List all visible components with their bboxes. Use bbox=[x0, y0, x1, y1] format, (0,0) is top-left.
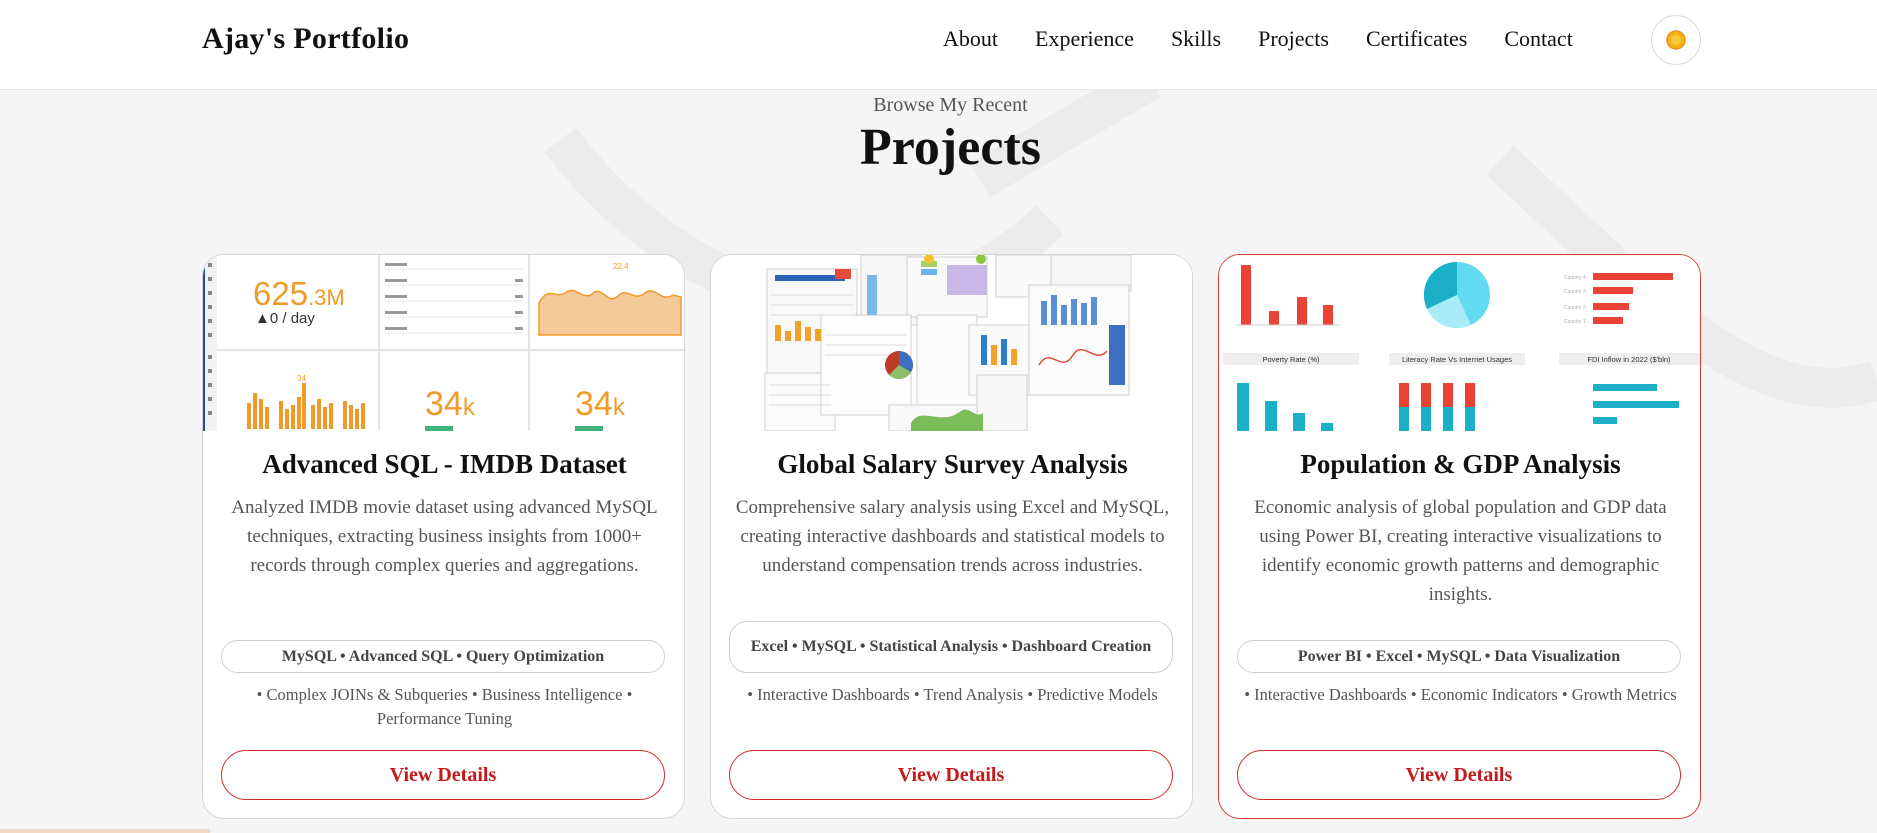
svg-text:34: 34 bbox=[297, 374, 306, 383]
nav-link-projects[interactable]: Projects bbox=[1258, 26, 1329, 52]
nav-link-contact[interactable]: Contact bbox=[1504, 26, 1572, 52]
nav-links: About Experience Skills Projects Certifi… bbox=[943, 26, 1610, 52]
nav-link-certificates[interactable]: Certificates bbox=[1366, 26, 1467, 52]
theme-toggle-button[interactable] bbox=[1651, 15, 1701, 65]
nav-link-about[interactable]: About bbox=[943, 26, 998, 52]
thumb-stat1-suffix: k bbox=[463, 394, 476, 421]
project-thumbnail-imdb: 625.3M ▲0 / day 22.4 34 34k 34k bbox=[203, 255, 684, 431]
svg-text:Country 4: Country 4 bbox=[1564, 275, 1586, 281]
project-thumbnail-population: Country 4 Country 3 Country 2 Country 1 Pov… bbox=[1219, 255, 1700, 431]
svg-text:Country 2: Country 2 bbox=[1564, 305, 1586, 311]
section-subtitle: Browse My Recent bbox=[873, 94, 1028, 116]
section-title: Projects bbox=[860, 119, 1041, 176]
project-title: Population & GDP Analysis bbox=[1300, 449, 1621, 479]
navbar: Ajay's Portfolio About Experience Skills… bbox=[0, 0, 1877, 90]
svg-text:Country 3: Country 3 bbox=[1564, 289, 1586, 295]
brand-logo[interactable]: Ajay's Portfolio bbox=[202, 22, 409, 56]
project-thumbnail-salary bbox=[711, 255, 1192, 431]
project-tags: Power BI • Excel • MySQL • Data Visualiz… bbox=[1237, 640, 1681, 673]
svg-text:Country 1: Country 1 bbox=[1564, 319, 1586, 325]
thumb-big-value: 625 bbox=[253, 275, 308, 312]
project-description: Comprehensive salary analysis using Exce… bbox=[735, 497, 1170, 576]
view-details-button[interactable]: View Details bbox=[1237, 750, 1681, 800]
thumb-panel1: Poverty Rate (%) bbox=[1262, 355, 1320, 364]
nav-link-experience[interactable]: Experience bbox=[1035, 26, 1134, 52]
project-title: Global Salary Survey Analysis bbox=[777, 449, 1128, 479]
project-features: • Complex JOINs & Subqueries • Business … bbox=[256, 685, 633, 728]
project-features: • Interactive Dashboards • Economic Indi… bbox=[1244, 685, 1677, 704]
project-tags: Excel • MySQL • Statistical Analysis • D… bbox=[729, 621, 1173, 673]
thumb-big-suffix: .3M bbox=[308, 285, 345, 310]
project-description: Analyzed IMDB movie dataset using advanc… bbox=[231, 497, 658, 576]
project-description: Economic analysis of global population a… bbox=[1254, 497, 1667, 605]
svg-text:22.4: 22.4 bbox=[613, 262, 629, 271]
view-details-button[interactable]: View Details bbox=[729, 750, 1173, 800]
view-details-button[interactable]: View Details bbox=[221, 750, 665, 800]
thumb-panel2: Literacy Rate Vs Internet Usages bbox=[1402, 355, 1512, 364]
thumb-rate: ▲0 / day bbox=[255, 310, 315, 327]
thumb-stat2-suffix: k bbox=[613, 394, 626, 421]
thumb-panel3: FDI Inflow in 2022 ($'bln) bbox=[1587, 355, 1671, 364]
project-card-imdb: 625.3M ▲0 / day 22.4 34 34k 34k Advanced… bbox=[202, 254, 685, 819]
project-card-salary: Global Salary Survey Analysis Comprehens… bbox=[710, 254, 1193, 819]
thumb-stat1: 34 bbox=[425, 385, 463, 423]
thumb-stat2: 34 bbox=[575, 385, 613, 423]
project-features: • Interactive Dashboards • Trend Analysi… bbox=[747, 685, 1158, 704]
project-title: Advanced SQL - IMDB Dataset bbox=[262, 449, 627, 479]
bottom-edge-strip bbox=[0, 829, 210, 833]
project-card-population: Country 4 Country 3 Country 2 Country 1 Pov… bbox=[1218, 254, 1701, 819]
sun-icon bbox=[1666, 30, 1686, 50]
project-tags: MySQL • Advanced SQL • Query Optimizatio… bbox=[221, 640, 665, 673]
nav-link-skills[interactable]: Skills bbox=[1171, 26, 1221, 52]
